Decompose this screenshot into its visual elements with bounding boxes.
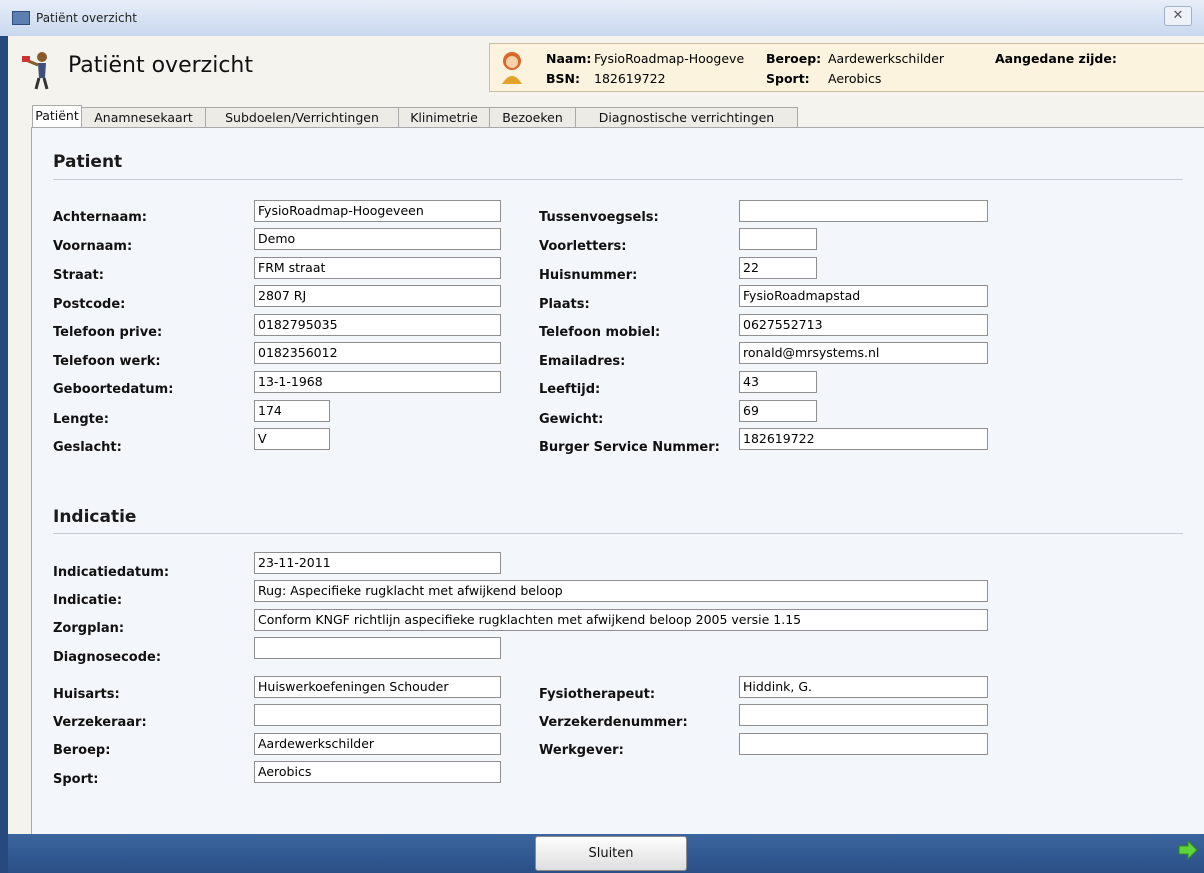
tab-bezoeken[interactable]: Bezoeken xyxy=(489,107,576,127)
achternaam-field[interactable]: FysioRoadmap-Hoogeveen xyxy=(254,200,501,222)
werkgever-label: Werkgever: xyxy=(539,743,624,758)
app-icon xyxy=(12,11,30,25)
geboortedatum-field[interactable]: 13-1-1968 xyxy=(254,371,501,393)
geslacht-field[interactable]: V xyxy=(254,428,330,450)
emailadres-field[interactable]: ronald@mrsystems.nl xyxy=(739,342,988,364)
tab-patient[interactable]: Patiënt xyxy=(32,105,82,128)
sport-field[interactable]: Aerobics xyxy=(254,761,501,783)
section-divider xyxy=(53,179,1183,180)
beroep-label: Beroep: xyxy=(766,51,822,66)
indicatie-field[interactable]: Rug: Aspecifieke rugklacht met afwijkend… xyxy=(254,580,988,602)
telefoon-mobiel-label: Telefoon mobiel: xyxy=(539,325,661,340)
telefoon-mobiel-field[interactable]: 0627552713 xyxy=(739,314,988,336)
beroep-value: Aardewerkschilder xyxy=(828,51,945,66)
section-divider xyxy=(53,533,1183,534)
lengte-label: Lengte: xyxy=(53,412,109,427)
verzekerdenummer-label: Verzekerdenummer: xyxy=(539,715,688,730)
voornaam-label: Voornaam: xyxy=(53,239,133,254)
bsn-label: Burger Service Nummer: xyxy=(539,440,720,455)
huisnummer-field[interactable]: 22 xyxy=(739,257,817,279)
tussenvoegsels-label: Tussenvoegsels: xyxy=(539,210,659,225)
next-arrow-icon[interactable] xyxy=(1178,840,1198,860)
section-title-patient: Patient xyxy=(53,152,123,172)
telefoon-werk-field[interactable]: 0182356012 xyxy=(254,342,501,364)
postcode-field[interactable]: 2807 RJ xyxy=(254,285,501,307)
postcode-label: Postcode: xyxy=(53,297,126,312)
huisnummer-label: Huisnummer: xyxy=(539,268,638,283)
beroep-label: Beroep: xyxy=(53,743,111,758)
indicatiedatum-field[interactable]: 23-11-2011 xyxy=(254,552,501,574)
sport-label: Sport: xyxy=(53,772,99,787)
leeftijd-label: Leeftijd: xyxy=(539,382,601,397)
aangedane-zijde-label: Aangedane zijde: xyxy=(995,51,1117,66)
beroep-field[interactable]: Aardewerkschilder xyxy=(254,733,501,755)
telefoon-prive-field[interactable]: 0182795035 xyxy=(254,314,501,336)
bsn-value: 182619722 xyxy=(594,71,666,86)
plaats-label: Plaats: xyxy=(539,297,590,312)
straat-label: Straat: xyxy=(53,268,104,283)
sport-label: Sport: xyxy=(766,71,810,86)
gewicht-label: Gewicht: xyxy=(539,412,604,427)
voorletters-label: Voorletters: xyxy=(539,239,627,254)
page-title: Patiënt overzicht xyxy=(68,53,253,78)
geslacht-label: Geslacht: xyxy=(53,440,122,455)
section-title-indicatie: Indicatie xyxy=(53,507,137,527)
verzekerdenummer-field[interactable] xyxy=(739,704,988,726)
werkgever-field[interactable] xyxy=(739,733,988,755)
left-border xyxy=(0,36,8,873)
tab-diagnostische-verrichtingen[interactable]: Diagnostische verrichtingen xyxy=(575,107,798,127)
huisarts-label: Huisarts: xyxy=(53,687,120,702)
leeftijd-field[interactable]: 43 xyxy=(739,371,817,393)
zorgplan-label: Zorgplan: xyxy=(53,621,125,636)
window-close-button[interactable]: ✕ xyxy=(1164,6,1192,26)
diagnosecode-label: Diagnosecode: xyxy=(53,650,162,665)
zorgplan-field[interactable]: Conform KNGF richtlijn aspecifieke rugkl… xyxy=(254,609,988,631)
indicatie-label: Indicatie: xyxy=(53,593,123,608)
tab-anamnesekaart[interactable]: Anamnesekaart xyxy=(81,107,206,127)
fysiotherapeut-field[interactable]: Hiddink, G. xyxy=(739,676,988,698)
patient-info-box: Naam: FysioRoadmap-Hoogeve BSN: 18261972… xyxy=(489,43,1204,92)
bsn-label: BSN: xyxy=(546,71,580,86)
voorletters-field[interactable] xyxy=(739,228,817,250)
straat-field[interactable]: FRM straat xyxy=(254,257,501,279)
emailadres-label: Emailadres: xyxy=(539,354,626,369)
close-button[interactable]: Sluiten xyxy=(535,836,687,871)
close-icon: ✕ xyxy=(1172,8,1184,23)
voornaam-field[interactable]: Demo xyxy=(254,228,501,250)
verzekeraar-field[interactable] xyxy=(254,704,501,726)
indicatiedatum-label: Indicatiedatum: xyxy=(53,565,170,580)
naam-label: Naam: xyxy=(546,51,592,66)
physiotherapist-icon xyxy=(22,52,49,90)
lengte-field[interactable]: 174 xyxy=(254,400,330,422)
naam-value: FysioRoadmap-Hoogeve xyxy=(594,51,745,66)
achternaam-label: Achternaam: xyxy=(53,210,148,225)
main-panel: Patiënt overzicht Naam: FysioRoadmap-Hoo… xyxy=(8,36,1204,835)
gewicht-field[interactable]: 69 xyxy=(739,400,817,422)
verzekeraar-label: Verzekeraar: xyxy=(53,715,147,730)
bsn-field[interactable]: 182619722 xyxy=(739,428,988,450)
plaats-field[interactable]: FysioRoadmapstad xyxy=(739,285,988,307)
telefoon-prive-label: Telefoon prive: xyxy=(53,325,163,340)
window-title: Patiënt overzicht xyxy=(36,11,137,25)
geboortedatum-label: Geboortedatum: xyxy=(53,382,174,397)
window-titlebar: Patiënt overzicht ✕ xyxy=(0,0,1204,37)
huisarts-field[interactable]: Huiswerkoefeningen Schouder xyxy=(254,676,501,698)
tussenvoegsels-field[interactable] xyxy=(739,200,988,222)
tab-klinimetrie[interactable]: Klinimetrie xyxy=(398,107,490,127)
patient-avatar-icon xyxy=(502,52,522,84)
telefoon-werk-label: Telefoon werk: xyxy=(53,354,161,369)
tab-subdoelen-verrichtingen[interactable]: Subdoelen/Verrichtingen xyxy=(205,107,399,127)
sport-value: Aerobics xyxy=(828,71,882,86)
fysiotherapeut-label: Fysiotherapeut: xyxy=(539,687,656,702)
diagnosecode-field[interactable] xyxy=(254,637,501,659)
tab-content-patient: Patient Achternaam: FysioRoadmap-Hoogeve… xyxy=(31,127,1204,835)
